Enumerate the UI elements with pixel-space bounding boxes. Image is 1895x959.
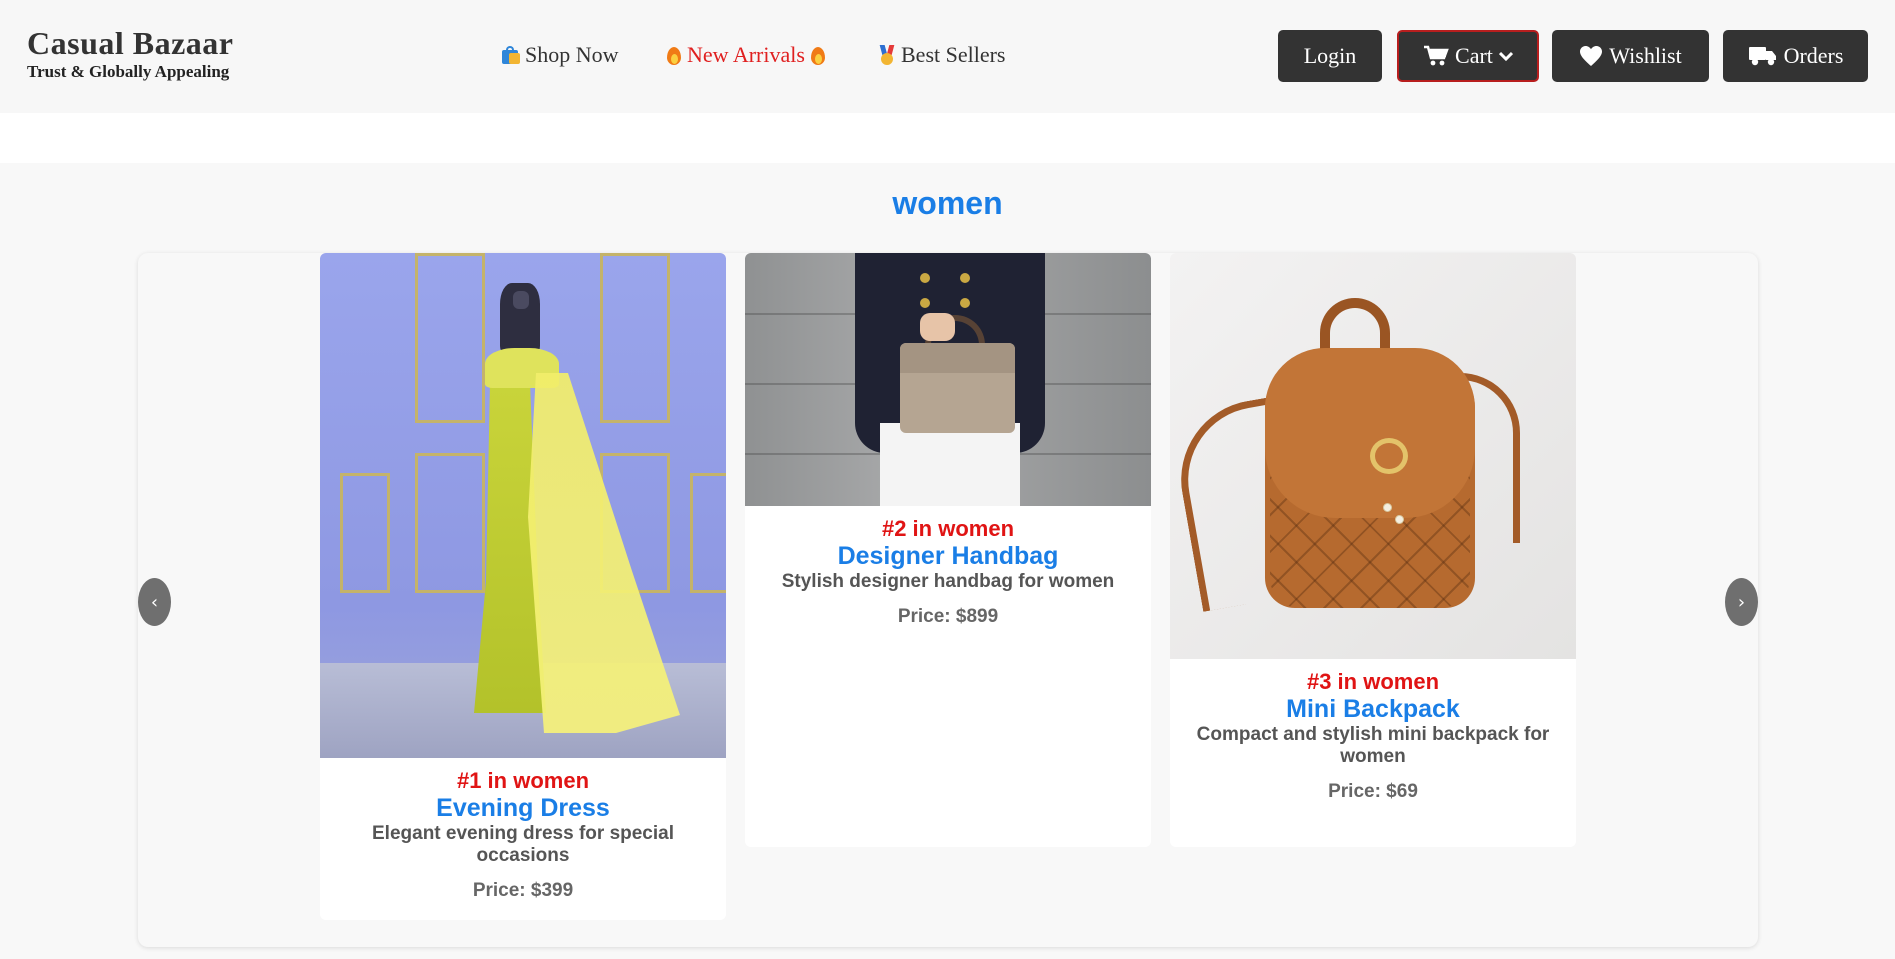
product-card-designer-handbag[interactable]: #2 in women Designer Handbag Stylish des… <box>745 253 1151 847</box>
product-description: Stylish designer handbag for women <box>781 571 1115 593</box>
product-description: Compact and stylish mini backpack for wo… <box>1196 724 1550 767</box>
brand-logo[interactable]: Casual Bazaar Trust & Globally Appealing <box>27 25 234 82</box>
nav-best-sellers-label: Best Sellers <box>901 42 1006 67</box>
cart-button[interactable]: Cart <box>1397 30 1539 82</box>
product-name[interactable]: Evening Dress <box>320 794 726 823</box>
cart-button-label: Cart <box>1455 43 1493 68</box>
product-rank: #2 in women <box>881 516 1015 541</box>
brand-tagline: Trust & Globally Appealing <box>27 62 230 82</box>
cart-icon <box>1424 45 1449 66</box>
chevron-down-icon <box>1498 51 1513 61</box>
nav-new-arrivals-label: New Arrivals <box>687 42 805 67</box>
wishlist-button-label: Wishlist <box>1609 43 1682 68</box>
medal-icon <box>878 45 896 65</box>
product-image-designer-handbag <box>745 253 1151 506</box>
orders-button-label: Orders <box>1783 43 1844 68</box>
product-rank: #1 in women <box>456 768 590 793</box>
product-name[interactable]: Mini Backpack <box>1170 695 1576 724</box>
product-rank: #3 in women <box>1306 669 1440 694</box>
site-header: Casual Bazaar Trust & Globally Appealing… <box>0 0 1895 113</box>
section-title: women <box>892 185 1003 221</box>
product-image-evening-dress <box>320 253 726 758</box>
product-description: Elegant evening dress for special occasi… <box>372 823 674 866</box>
login-button[interactable]: Login <box>1278 30 1382 82</box>
product-name[interactable]: Designer Handbag <box>745 542 1151 571</box>
login-button-label: Login <box>1303 43 1357 68</box>
fire-icon <box>810 45 826 65</box>
header-spacer <box>0 113 1895 163</box>
product-price: Price: $69 <box>1328 780 1418 802</box>
brand-name: Casual Bazaar <box>27 25 234 61</box>
heart-icon <box>1580 46 1603 66</box>
product-image-mini-backpack <box>1170 253 1576 659</box>
fire-icon <box>666 45 682 65</box>
carousel-next-button[interactable]: › <box>1725 578 1758 626</box>
product-price: Price: $899 <box>897 605 999 627</box>
shopping-bags-icon <box>500 45 520 65</box>
nav-shop-now-label: Shop Now <box>525 42 619 67</box>
product-price: Price: $399 <box>472 879 574 901</box>
carousel-prev-button[interactable]: ‹ <box>138 578 171 626</box>
nav-shop-now[interactable]: Shop Now <box>500 42 619 68</box>
product-card-mini-backpack[interactable]: #3 in women Mini Backpack Compact and st… <box>1170 253 1576 847</box>
nav-new-arrivals[interactable]: New Arrivals <box>663 42 829 68</box>
orders-button[interactable]: Orders <box>1723 30 1868 82</box>
wishlist-button[interactable]: Wishlist <box>1552 30 1709 82</box>
nav-best-sellers[interactable]: Best Sellers <box>878 42 1006 68</box>
product-card-evening-dress[interactable]: #1 in women Evening Dress Elegant evenin… <box>320 253 726 920</box>
truck-icon <box>1748 47 1776 66</box>
